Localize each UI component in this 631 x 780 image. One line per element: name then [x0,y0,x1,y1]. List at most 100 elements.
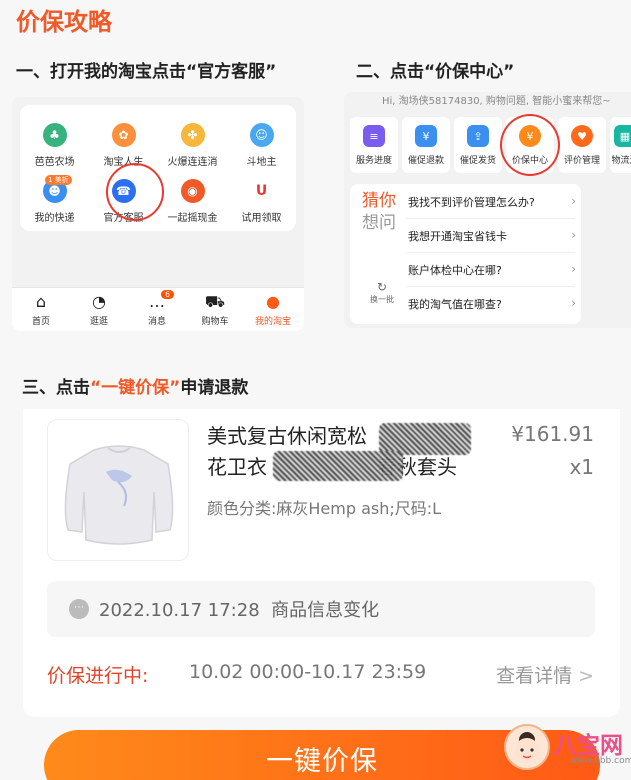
logistics-icon: ▦ [614,125,631,147]
explore-icon: ◔ [92,292,106,311]
step-2-title: 二、点击“价保中心” [356,57,514,82]
order-card: 美式复古休闲宽松 花卫衣 春秋套头 ¥161.91 x1 颜色分类:麻灰Hemp … [23,409,620,717]
service-refund[interactable]: ¥ 催促退款 [402,117,450,173]
step-3-highlight: “一键价保” [90,378,181,398]
step-3-title: 三、点击“一键价保”申请退款 [22,373,248,398]
service-logistics[interactable]: ▦ 物流进 [610,117,631,173]
notice-text: 2022.10.17 17:28 商品信息变化 [99,596,379,622]
step-1-title: 一、打开我的淘宝点击“官方客服” [16,57,276,82]
divider [406,286,575,287]
chevron-right-icon: > [578,665,594,687]
grid-item-life[interactable]: ✿ 淘宝人生 [89,123,158,168]
step-1-text: 一、打开我的淘宝点击 [16,62,186,82]
cart-icon: ⛟ [204,292,226,311]
shipping-icon: ⇪ [467,125,489,147]
tab-label: 购物车 [201,317,229,327]
delivery-badge: 1 美折 [45,175,72,185]
faq-text: 我的淘气值在哪查? [408,298,502,311]
service-review[interactable]: ♥ 评价管理 [558,117,606,173]
faq-text: 账户体检中心在哪? [408,264,502,277]
grid-item-delivery[interactable]: ☻ 1 美折 我的快递 [20,175,89,224]
tab-label: 消息 [147,317,166,327]
grid-item-match[interactable]: ✤ 火爆连连消 [158,123,227,168]
service-label: 物流进 [611,156,631,166]
message-badge: 6 [161,290,175,299]
my-taobao-screenshot: ♣ 芭芭农场 ✿ 淘宝人生 ✤ 火爆连连消 ☺ 斗地主 ☻ 1 美折 我的快递 … [12,97,304,331]
trial-icon: U [249,179,274,203]
redaction-scribble [273,451,403,481]
faq-text: 我找不到评价管理怎么办? [408,196,535,209]
tab-messages[interactable]: … 6 消息 [128,290,186,327]
faq-item[interactable]: 我想开通淘宝省钱卡 › [408,228,578,244]
bottom-tabbar: ⌂ 首页 ◔ 逛逛 … 6 消息 ⛟ 购物车 ● 我的淘宝 [12,287,304,331]
view-details-link[interactable]: 查看详情 > [496,661,594,688]
service-label: 服务进度 [355,156,392,166]
tab-explore[interactable]: ◔ 逛逛 [70,292,128,327]
grid-label: 试用领取 [241,213,282,224]
message-icon: … [149,292,165,311]
protect-period: 10.02 00:00-10.17 23:59 [189,661,427,683]
step-2-text: 二、点击 [356,62,424,82]
tab-label: 逛逛 [89,317,108,327]
step-1-highlight: “官方客服” [186,62,277,82]
product-thumbnail[interactable] [47,419,189,561]
grid-item-cash[interactable]: ◉ 一起摇现金 [158,179,227,224]
service-label: 催促退款 [407,156,444,166]
site-watermark: 八宝网 www.8bb.com [496,720,631,778]
review-icon: ♥ [571,125,593,147]
grid-label: 一起摇现金 [167,213,218,224]
product-title-line2a: 花卫衣 [207,455,267,479]
more-icon: ⋯ [69,599,89,619]
divider [406,252,575,253]
service-label: 评价管理 [563,156,600,166]
tab-cart[interactable]: ⛟ 购物车 [186,292,244,327]
cards-icon: ☺ [249,123,274,147]
tree-icon: ♣ [42,123,67,147]
assistant-greeting: Hi, 淘场侠58174830, 购物问题, 智能小蜜来帮您~ [382,96,611,107]
refresh-button[interactable]: ↻ 换一批 [364,280,400,305]
tab-label: 首页 [31,317,50,327]
step-2-highlight: “价保中心” [424,62,515,82]
progress-icon: ≡ [363,125,385,147]
grid-item-trial[interactable]: U 试用领取 [227,179,296,224]
product-price: ¥161.91 [511,422,594,446]
faq-item[interactable]: 账户体检中心在哪? › [408,262,578,278]
protect-status: 价保进行中: [47,665,149,687]
service-progress[interactable]: ≡ 服务进度 [350,117,398,173]
faq-text: 我想开通淘宝省钱卡 [408,230,507,243]
guess-title: 猜你 [362,191,396,211]
price-change-notice: ⋯ 2022.10.17 17:28 商品信息变化 [47,581,595,637]
highlight-circle [500,114,560,176]
grid-label: 火爆连连消 [167,157,218,168]
product-quantity: x1 [569,455,594,479]
customer-service-screenshot: Hi, 淘场侠58174830, 购物问题, 智能小蜜来帮您~ ≡ 服务进度 ¥… [344,92,631,328]
refresh-icon: ↻ [376,280,388,294]
tab-home[interactable]: ⌂ 首页 [12,292,70,327]
refund-icon: ¥ [415,125,437,147]
chevron-right-icon: › [571,228,576,242]
mascot-icon [504,724,550,770]
faq-item[interactable]: 我的淘气值在哪查? › [408,296,578,312]
faq-card: 猜你 想问 ↻ 换一批 我找不到评价管理怎么办? › 我想开通淘宝省钱卡 › 账户体… [350,184,581,324]
notice-time: 2022.10.17 17:28 [99,600,260,621]
feature-grid: ♣ 芭芭农场 ✿ 淘宝人生 ✤ 火爆连连消 ☺ 斗地主 ☻ 1 美折 我的快递 … [20,105,296,231]
tab-label: 我的淘宝 [254,317,291,327]
tab-my-taobao[interactable]: ● 我的淘宝 [244,292,302,327]
guess-subtitle: 想问 [362,213,396,233]
match-icon: ✤ [180,123,205,147]
step-3-suffix: 申请退款 [180,378,249,398]
step-3-text: 三、点击 [22,378,90,398]
details-label: 查看详情 [496,665,573,687]
watermark-text: 八宝网 [554,733,623,759]
page-title: 价保攻略 [16,8,112,36]
faq-item[interactable]: 我找不到评价管理怎么办? › [408,194,578,210]
grid-label: 斗地主 [246,157,277,168]
highlight-circle [106,163,164,221]
my-taobao-icon: ● [266,292,280,311]
grid-label: 芭芭农场 [34,157,75,168]
grid-item-cards[interactable]: ☺ 斗地主 [227,123,296,168]
divider [406,218,575,219]
service-shipping[interactable]: ⇪ 催促发货 [454,117,502,173]
grid-item-farm[interactable]: ♣ 芭芭农场 [20,123,89,168]
chevron-right-icon: › [571,262,576,276]
